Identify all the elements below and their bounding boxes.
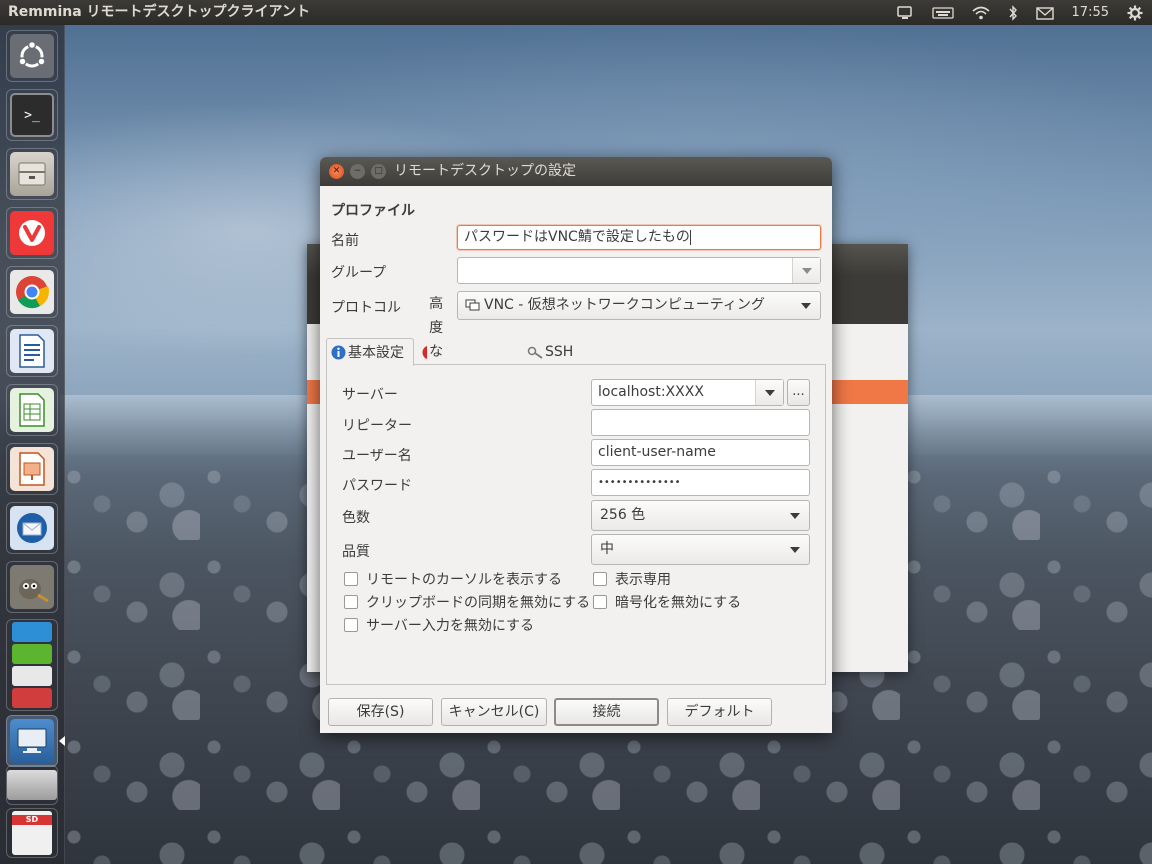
cancel-button[interactable]: キャンセル(C)	[441, 698, 547, 726]
gear-icon[interactable]	[1127, 5, 1143, 21]
save-button[interactable]: 保存(S)	[328, 698, 433, 726]
name-field[interactable]: パスワードはVNC鯖で設定したもの	[457, 225, 821, 250]
system-tray: 17:55	[887, 0, 1152, 25]
mail-icon[interactable]	[1035, 6, 1054, 20]
username-label: ユーザー名	[342, 448, 412, 464]
chevron-down-icon	[790, 513, 800, 519]
server-label: サーバー	[342, 387, 398, 403]
tab-advanced[interactable]: 高度な設定	[418, 296, 457, 408]
password-field[interactable]: ••••••••••••••	[591, 469, 810, 496]
impress-icon[interactable]	[6, 443, 58, 495]
quality-label: 品質	[342, 544, 370, 560]
quality-select[interactable]: 中	[591, 534, 810, 565]
chevron-down-icon	[802, 268, 812, 274]
clock[interactable]: 17:55	[1072, 0, 1109, 25]
show-remote-cursor-checkbox[interactable]: リモートのカーソルを表示する	[344, 569, 562, 589]
warning-icon	[422, 345, 428, 359]
key-icon	[527, 346, 543, 359]
tab-basic[interactable]: 基本設定	[326, 338, 414, 366]
disable-clipboard-sync-checkbox[interactable]: クリップボードの同期を無効にする	[344, 592, 590, 612]
server-combo[interactable]: localhost:XXXX	[591, 379, 784, 406]
repeater-field[interactable]	[591, 409, 810, 436]
minimize-icon[interactable]: −	[350, 164, 365, 179]
dialog-titlebar[interactable]: ✕ − □ リモートデスクトップの設定	[320, 157, 832, 186]
dialog-title: リモートデスクトップの設定	[394, 163, 576, 179]
drive-icon[interactable]	[6, 765, 58, 805]
repeater-label: リピーター	[342, 418, 412, 434]
chevron-down-icon	[765, 390, 775, 396]
writer-icon[interactable]	[6, 325, 58, 377]
server-browse-button[interactable]: ...	[787, 379, 810, 406]
tab-ssh[interactable]: SSH	[523, 339, 577, 365]
launcher: >_ SD	[0, 25, 65, 864]
sd-card-icon[interactable]: SD	[6, 808, 58, 858]
colors-label: 色数	[342, 510, 370, 526]
gimp-icon[interactable]	[6, 561, 58, 613]
remmina-icon[interactable]	[6, 715, 58, 767]
chevron-down-icon	[790, 547, 800, 553]
terminal-icon[interactable]: >_	[6, 89, 58, 141]
active-app-arrow-icon	[59, 736, 65, 746]
bluetooth-icon[interactable]	[1008, 4, 1018, 21]
server-dropdown-button[interactable]	[755, 380, 783, 405]
info-icon	[331, 345, 346, 360]
app-title: Remmina リモートデスクトップクライアント	[8, 4, 310, 20]
top-panel: Remmina リモートデスクトップクライアント 17:55	[0, 0, 1152, 25]
files-icon[interactable]	[6, 148, 58, 200]
group-dropdown-button[interactable]	[792, 258, 820, 283]
protocol-select[interactable]: VNC - 仮想ネットワークコンピューティング	[457, 291, 821, 320]
text-cursor	[689, 229, 691, 245]
chevron-down-icon	[801, 303, 811, 309]
view-only-checkbox[interactable]: 表示専用	[593, 569, 671, 589]
app-stack-icon[interactable]	[6, 619, 58, 711]
vivaldi-icon[interactable]	[6, 207, 58, 259]
vnc-protocol-icon	[465, 299, 480, 311]
username-field[interactable]: client-user-name	[591, 439, 810, 466]
profile-header: プロファイル	[331, 203, 415, 219]
keyboard-icon[interactable]	[931, 6, 954, 20]
maximize-icon[interactable]: □	[371, 164, 386, 179]
name-label: 名前	[331, 233, 359, 249]
remmina-tray-icon[interactable]	[896, 5, 914, 21]
group-label: グループ	[331, 265, 387, 281]
protocol-label: プロトコル	[331, 300, 401, 316]
remote-desktop-settings-dialog: ✕ − □ リモートデスクトップの設定 プロファイル 名前 パスワードはVNC鯖…	[320, 157, 832, 733]
basic-settings-panel: サーバー localhost:XXXX ... リピーター ユーザー名 clie…	[326, 364, 826, 685]
calc-icon[interactable]	[6, 384, 58, 436]
disable-server-input-checkbox[interactable]: サーバー入力を無効にする	[344, 615, 534, 635]
disable-encryption-checkbox[interactable]: 暗号化を無効にする	[593, 592, 741, 612]
group-combo[interactable]	[457, 257, 821, 284]
thunderbird-icon[interactable]	[6, 502, 58, 554]
connect-button[interactable]: 接続	[554, 698, 659, 726]
ubuntu-dash-icon[interactable]	[6, 30, 58, 82]
password-label: パスワード	[342, 478, 412, 494]
chrome-icon[interactable]	[6, 266, 58, 318]
default-button[interactable]: デフォルト	[667, 698, 772, 726]
close-icon[interactable]: ✕	[329, 164, 344, 179]
colors-select[interactable]: 256 色	[591, 500, 810, 531]
wifi-icon[interactable]	[972, 6, 990, 20]
